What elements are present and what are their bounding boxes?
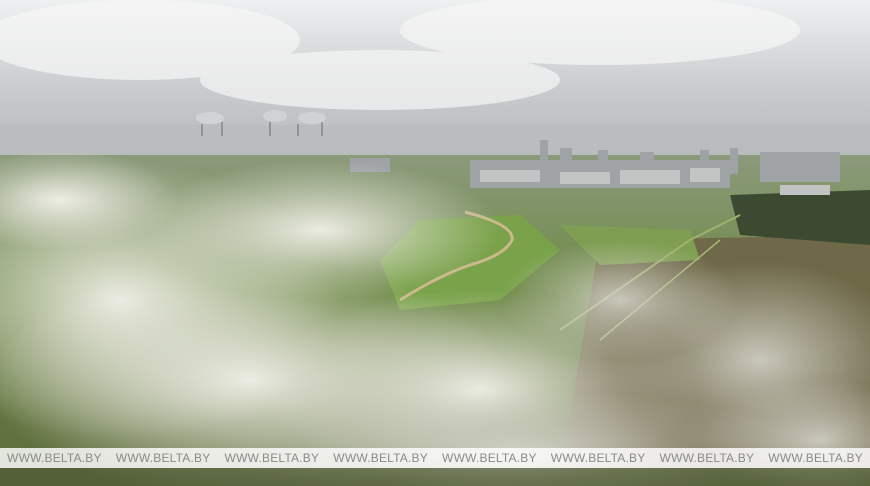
aerial-fog-photo: WWW.BELTA.BY WWW.BELTA.BY WWW.BELTA.BY W…: [0, 0, 870, 486]
watermark-text: WWW.BELTA.BY: [224, 451, 320, 465]
landscape-illustration: [0, 0, 870, 486]
watermark-text: WWW.BELTA.BY: [659, 451, 755, 465]
bottom-band: [0, 468, 870, 486]
watermark-strip: WWW.BELTA.BY WWW.BELTA.BY WWW.BELTA.BY W…: [0, 448, 870, 468]
watermark-text: WWW.BELTA.BY: [550, 451, 646, 465]
watermark-text: WWW.BELTA.BY: [7, 451, 102, 465]
watermark-text: WWW.BELTA.BY: [115, 451, 211, 465]
watermark-text: WWW.BELTA.BY: [333, 451, 428, 465]
watermark-text: WWW.BELTA.BY: [442, 451, 537, 465]
watermark-text: WWW.BELTA.BY: [768, 451, 863, 465]
